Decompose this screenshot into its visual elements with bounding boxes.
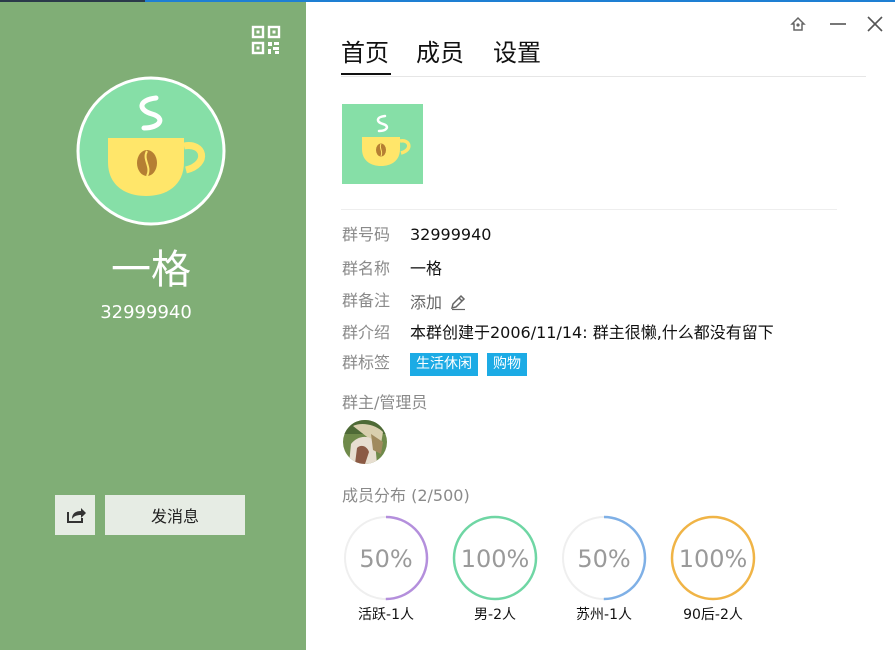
share-icon (67, 508, 86, 523)
group-id-label: 群号码 (342, 225, 391, 244)
skin-icon[interactable] (786, 12, 810, 36)
distribution-title: 成员分布 (342, 486, 407, 505)
group-intro-value: 本群创建于2006/11/14: 群主很懒,什么都没有留下 (410, 323, 774, 342)
tab-home[interactable]: 首页 (341, 36, 389, 70)
tab-members[interactable]: 成员 (416, 36, 464, 70)
stat-ring-2: 50% (561, 515, 647, 601)
group-avatar[interactable] (342, 104, 423, 184)
admin-avatar[interactable] (343, 420, 387, 464)
distribution-count: (2/500) (411, 486, 470, 505)
member-distribution-label: 成员分布 (2/500) (342, 484, 470, 508)
tag-shopping[interactable]: 购物 (487, 353, 527, 376)
info-divider (341, 209, 837, 210)
add-remark-link[interactable]: 添加 (410, 291, 442, 315)
close-icon[interactable] (863, 12, 887, 36)
stat-percent: 50% (577, 545, 630, 573)
stat-label: 活跃-1人 (358, 607, 414, 623)
tab-settings[interactable]: 设置 (493, 36, 541, 70)
stat-ring-0: 50% (343, 515, 429, 601)
group-id-large: 32999940 (100, 302, 192, 323)
tabs-divider (341, 76, 866, 77)
group-name-value: 一格 (410, 259, 443, 278)
qr-code-icon[interactable] (250, 25, 284, 57)
stat-percent: 100% (461, 545, 530, 573)
tag-lifestyle[interactable]: 生活休闲 (410, 353, 478, 376)
stat-label: 90后-2人 (683, 607, 743, 623)
stat-ring-1: 100% (452, 515, 538, 601)
stat-label: 男-2人 (474, 607, 516, 623)
group-intro-label: 群介绍 (342, 323, 391, 342)
stat-percent: 50% (359, 545, 412, 573)
active-tab-indicator (341, 73, 391, 75)
minimize-icon[interactable] (826, 12, 850, 36)
send-message-button[interactable]: 发消息 (105, 495, 245, 535)
stat-ring-3: 100% (670, 515, 756, 601)
group-id-value: 32999940 (410, 225, 492, 244)
admins-label: 群主/管理员 (342, 393, 428, 412)
group-avatar-large (76, 76, 226, 226)
share-button[interactable] (55, 495, 95, 535)
stat-label: 苏州-1人 (576, 607, 632, 623)
pencil-icon[interactable] (449, 293, 467, 311)
group-name-large: 一格 (111, 247, 191, 293)
group-tags-label: 群标签 (342, 353, 391, 372)
group-remark-label: 群备注 (342, 291, 391, 310)
group-name-label: 群名称 (342, 259, 391, 278)
stat-percent: 100% (679, 545, 748, 573)
